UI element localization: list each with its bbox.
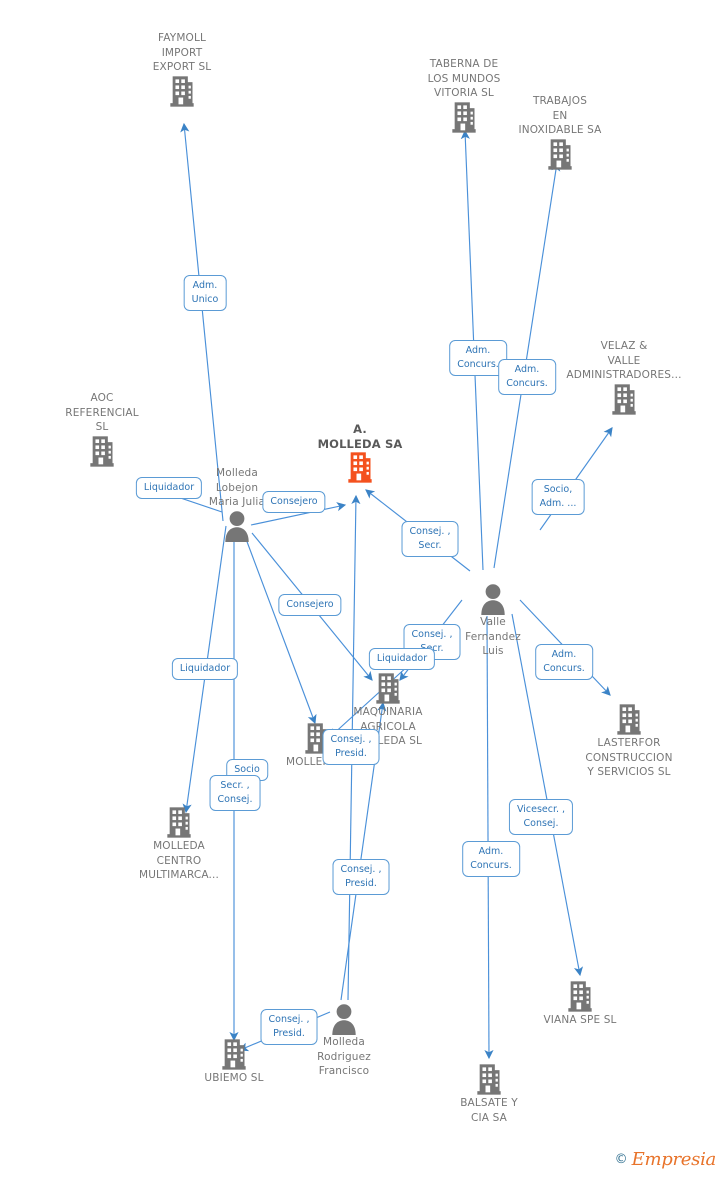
relationship-badge-b17[interactable]: Adm. Concurs.	[462, 841, 520, 877]
copyright-symbol: ©	[614, 1152, 628, 1167]
company-building-icon	[568, 981, 592, 1012]
relationship-badge-b3[interactable]: Adm. Concurs.	[498, 359, 556, 395]
relationship-badge-b16[interactable]: Vicesecr. , Consej.	[508, 799, 574, 835]
node-viana[interactable]: VIANA SPE SL	[505, 980, 655, 1028]
node-aoc[interactable]: AOC REFERENCIAL SL	[27, 391, 177, 468]
node-trabajos[interactable]: TRABAJOS EN INOXIDABLE SA	[485, 94, 635, 171]
brand-name: Empresia	[631, 1149, 717, 1170]
company-building-icon	[452, 101, 476, 133]
node-label-aoc: AOC REFERENCIAL SL	[65, 392, 139, 433]
relationship-diagram-canvas: FAYMOLL IMPORT EXPORT SL TABERNA DE LOS M…	[0, 0, 728, 1180]
edge-vfernandez-balsate	[484, 615, 494, 1060]
company-building-icon	[348, 452, 372, 483]
node-label-trabajos: TRABAJOS EN INOXIDABLE SA	[518, 95, 602, 136]
edge-mlobejon-faymoll	[180, 122, 224, 522]
company-building-icon	[548, 138, 572, 170]
person-avatar-icon	[225, 510, 249, 542]
company-building-icon	[376, 673, 400, 704]
relationship-badge-b18[interactable]: Consej. , Presid.	[332, 859, 390, 895]
company-building-icon	[612, 383, 636, 415]
node-velaz[interactable]: VELAZ & VALLE ADMINISTRADORES...	[549, 339, 699, 416]
node-label-lasterfor: LASTERFOR CONSTRUCCION Y SERVICIOS SL	[585, 737, 673, 778]
relationship-badge-b10[interactable]: Liquidador	[368, 648, 436, 670]
node-balsate[interactable]: BALSATE Y CIA SA	[414, 1063, 564, 1125]
node-label-balsate: BALSATE Y CIA SA	[460, 1097, 518, 1124]
edge-mlobejon-mollem	[242, 530, 317, 725]
company-building-icon	[222, 1039, 246, 1070]
company-building-icon	[477, 1064, 501, 1095]
relationship-badge-b1[interactable]: Adm. Unico	[183, 275, 227, 311]
node-lasterfor[interactable]: LASTERFOR CONSTRUCCION Y SERVICIOS SL	[554, 703, 704, 780]
relationship-badge-b15[interactable]: Secr. , Consej.	[209, 775, 261, 811]
node-faymoll[interactable]: FAYMOLL IMPORT EXPORT SL	[107, 31, 257, 108]
company-building-icon	[617, 704, 641, 735]
company-building-icon	[167, 807, 191, 838]
person-avatar-icon	[332, 1004, 356, 1035]
node-label-mcentro: MOLLEDA CENTRO MULTIMARCA...	[139, 840, 219, 881]
relationship-badge-b12[interactable]: Liquidador	[171, 658, 239, 680]
relationship-badge-b8[interactable]: Consejero	[278, 594, 342, 616]
node-mcentro[interactable]: MOLLEDA CENTRO MULTIMARCA...	[104, 806, 254, 883]
relationship-badge-b5[interactable]: Liquidador	[135, 477, 203, 499]
empresia-watermark: © Empresia	[614, 1149, 717, 1170]
node-label-amolleda: A. MOLLEDA SA	[317, 422, 403, 451]
company-building-icon	[90, 435, 114, 467]
company-building-icon	[170, 75, 194, 107]
relationship-badge-b19[interactable]: Consej. , Presid.	[260, 1009, 318, 1045]
node-label-viana: VIANA SPE SL	[543, 1014, 617, 1026]
relationship-badge-b13[interactable]: Consej. , Presid.	[322, 729, 380, 765]
relationship-badge-b11[interactable]: Adm. Concurs.	[535, 644, 593, 680]
person-avatar-icon	[481, 584, 505, 615]
node-label-velaz: VELAZ & VALLE ADMINISTRADORES...	[566, 340, 682, 381]
relationship-badge-b6[interactable]: Consejero	[262, 491, 326, 513]
relationship-badge-b4[interactable]: Socio, Adm. ...	[531, 479, 585, 515]
node-label-faymoll: FAYMOLL IMPORT EXPORT SL	[152, 32, 212, 73]
relationship-badge-b7[interactable]: Consej. , Secr.	[401, 521, 459, 557]
